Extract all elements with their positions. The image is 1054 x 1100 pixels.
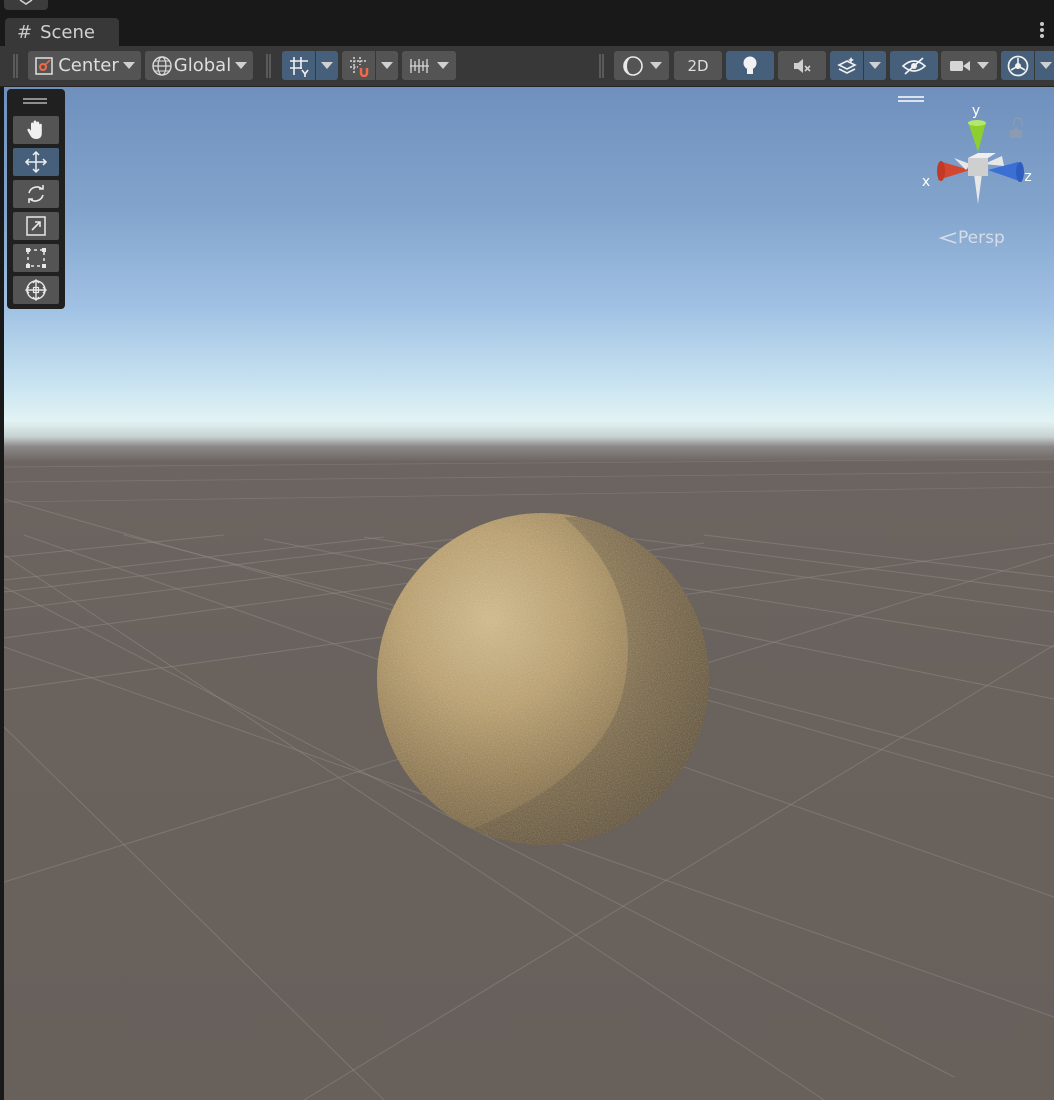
hidden-objects-toggle[interactable] [890, 51, 938, 80]
lighting-toggle[interactable] [726, 51, 774, 80]
pivot-rotation-label: Global [173, 55, 232, 76]
chevron-down-icon [321, 62, 333, 69]
view-2d-toggle[interactable]: 2D [674, 51, 722, 80]
rect-tool-button[interactable] [13, 244, 59, 272]
sphere-object[interactable] [4, 87, 1054, 1100]
increment-icon [410, 58, 429, 73]
increment-snap-dropdown[interactable] [402, 51, 456, 80]
pivot-icon [35, 56, 53, 75]
gizmos-options-dropdown[interactable] [1035, 51, 1054, 80]
scale-tool-button[interactable] [13, 212, 59, 240]
scene-hash-icon: # [17, 21, 33, 43]
pivot-mode-label: Center [58, 55, 119, 76]
chevron-down-icon [1040, 62, 1052, 69]
chevron-down-icon [122, 62, 135, 69]
effects-options-dropdown[interactable] [864, 51, 886, 80]
draw-mode-icon [622, 55, 643, 76]
title-bar [0, 0, 1054, 16]
chevron-down-icon [235, 62, 248, 69]
snap-options-dropdown[interactable] [376, 51, 398, 80]
lighting-icon [743, 56, 757, 74]
gizmos-toggle[interactable] [1001, 51, 1034, 80]
move-icon [24, 150, 48, 174]
view-2d-label: 2D [687, 56, 709, 75]
z-axis-label: z [1024, 169, 1031, 185]
rect-transform-icon [26, 248, 46, 268]
chevron-down-icon [649, 62, 662, 69]
tab-scene[interactable]: # Scene [5, 18, 119, 46]
transform-icon [25, 279, 47, 301]
scene-toolbar: Center Global 2D [0, 46, 1054, 87]
chevron-down-icon [869, 62, 881, 69]
y-axis-cone[interactable] [968, 122, 986, 152]
overlay-drag-handle[interactable] [23, 98, 47, 104]
grid-icon [289, 56, 309, 77]
perspective-icon [938, 232, 957, 244]
audio-toggle[interactable] [778, 51, 826, 80]
move-tool-button[interactable] [13, 148, 59, 176]
rotate-icon [28, 185, 44, 203]
tab-scene-label: Scene [40, 21, 95, 43]
effects-icon [836, 56, 857, 74]
toolbar-grip[interactable] [13, 54, 18, 78]
projection-label: Persp [958, 228, 1005, 248]
y-axis-label: y [972, 103, 980, 119]
hidden-objects-icon [901, 56, 927, 75]
more-options-icon[interactable] [1040, 22, 1046, 40]
gizmo-center-cube[interactable] [968, 158, 988, 176]
pivot-mode-dropdown[interactable]: Center [28, 51, 141, 80]
hand-tool-button[interactable] [13, 116, 59, 144]
globe-icon [152, 55, 172, 76]
camera-settings-dropdown[interactable] [941, 51, 997, 80]
grid-options-dropdown[interactable] [316, 51, 338, 80]
tab-bar: # Scene [0, 16, 1054, 46]
transform-tool-button[interactable] [13, 276, 59, 304]
chevron-down-icon [381, 62, 393, 69]
chevron-down-icon [437, 62, 449, 69]
toolbar-grip[interactable] [599, 54, 604, 78]
chevron-down-icon [977, 62, 989, 69]
scene-viewport[interactable] [4, 87, 1054, 1100]
pivot-rotation-dropdown[interactable]: Global [145, 51, 253, 80]
unity-logo[interactable] [4, 0, 48, 10]
draw-mode-dropdown[interactable] [614, 51, 669, 80]
neg-y-cone[interactable] [974, 174, 982, 204]
snap-toggle-button[interactable] [342, 51, 375, 80]
audio-mute-icon [794, 58, 811, 73]
grid-toggle-button[interactable] [282, 51, 315, 80]
lock-icon[interactable] [1010, 126, 1022, 138]
rotate-tool-button[interactable] [13, 180, 59, 208]
scale-icon [26, 216, 46, 236]
gizmos-icon [1007, 55, 1028, 76]
x-axis-label: x [922, 174, 930, 190]
tools-overlay [7, 89, 65, 309]
toolbar-grip[interactable] [266, 54, 271, 78]
snap-icon [349, 56, 368, 77]
projection-toggle[interactable]: Persp [938, 228, 1005, 248]
hand-icon [27, 120, 42, 139]
camera-icon [950, 60, 970, 71]
effects-toggle[interactable] [830, 51, 863, 80]
